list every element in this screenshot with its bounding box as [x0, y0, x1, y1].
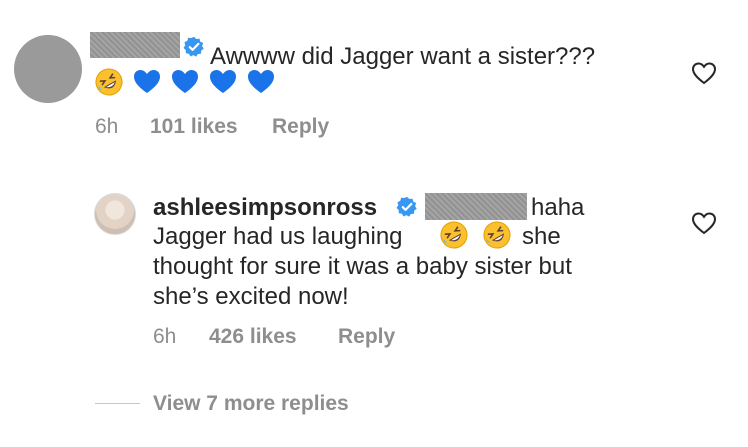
blue-heart-emoji-icon: [210, 70, 236, 93]
blue-heart-emoji-icon: [248, 70, 274, 93]
reply-reply-button[interactable]: Reply: [338, 325, 395, 349]
reply-like-count-text: 426 likes: [209, 325, 297, 348]
reply-like-count[interactable]: 426 likes: [209, 325, 297, 349]
replier-avatar[interactable]: [94, 193, 136, 235]
verified-badge-icon: [396, 196, 417, 217]
reply-text-line2b: she: [522, 223, 561, 250]
reply-reply-label: Reply: [338, 325, 396, 348]
rofl-emoji-icon: [483, 221, 511, 249]
reply-text-line4: she’s excited now!: [153, 283, 349, 310]
redacted-username: [90, 32, 180, 58]
reply-label: Reply: [272, 115, 330, 138]
reply-username[interactable]: ashleesimpsonross: [153, 193, 377, 222]
view-more-replies-label: View 7 more replies: [153, 392, 349, 415]
blue-heart-emoji-icon: [134, 70, 160, 93]
like-heart-icon[interactable]: [691, 211, 717, 235]
reply-button[interactable]: Reply: [272, 115, 329, 139]
like-count[interactable]: 101 likes: [150, 115, 238, 139]
like-heart-icon[interactable]: [691, 61, 717, 85]
redacted-mention: [425, 193, 527, 220]
reply-text-line1: haha: [531, 194, 585, 221]
verified-badge-icon: [183, 36, 204, 57]
reply-text-line2a: Jagger had us laughing: [153, 223, 403, 250]
rofl-emoji-icon: [440, 221, 468, 249]
rofl-emoji-icon: [95, 68, 123, 96]
divider-line: [95, 403, 140, 404]
view-more-replies-button[interactable]: View 7 more replies: [153, 392, 349, 416]
comment-time: 6h: [95, 115, 119, 138]
emoji-row: [95, 68, 275, 96]
like-count-text: 101 likes: [150, 115, 238, 138]
comment-text: Awwww did Jagger want a sister???: [210, 43, 596, 70]
commenter-avatar[interactable]: [14, 35, 82, 103]
reply-time: 6h: [153, 325, 177, 348]
blue-heart-emoji-icon: [172, 70, 198, 93]
reply-text-line3: thought for sure it was a baby sister bu…: [153, 253, 572, 280]
